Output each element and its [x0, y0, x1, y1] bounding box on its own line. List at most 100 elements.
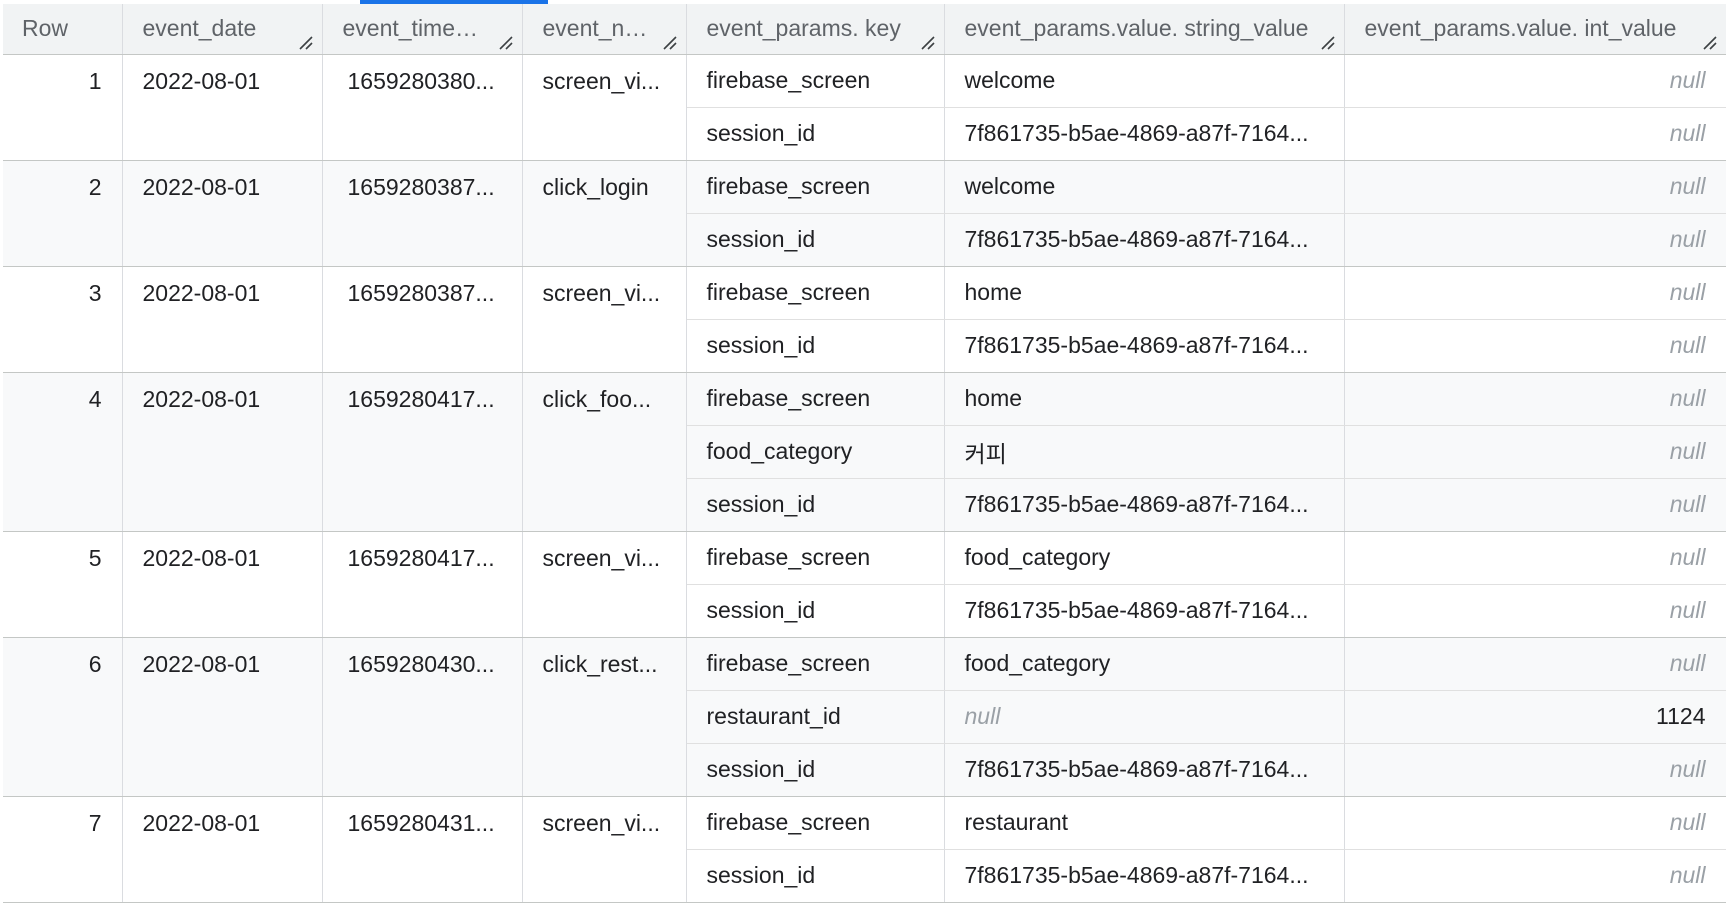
cell-event-name: click_login — [522, 160, 687, 267]
cell-event-date: 2022-08-01 — [122, 531, 323, 638]
cell-string-value: food_category — [944, 637, 1345, 691]
cell-int-value: null — [1344, 743, 1726, 797]
row-number: 4 — [3, 372, 123, 532]
cell-event-name: click_foo... — [522, 372, 687, 532]
cell-param-key: session_id — [686, 107, 945, 161]
cell-event-name: screen_vi... — [522, 796, 687, 903]
query-results-panel: Row event_date event_timest... event_na.… — [0, 0, 1726, 924]
cell-param-key: firebase_screen — [686, 160, 945, 214]
column-resize-icon[interactable] — [497, 34, 513, 50]
cell-param-key: session_id — [686, 743, 945, 797]
table-row[interactable]: 2 2022-08-01 1659280387... click_login fireb… — [3, 160, 1726, 267]
column-header-label: event_params.value. string_value — [964, 15, 1309, 42]
cell-int-value: null — [1344, 531, 1726, 585]
cell-param-key: food_category — [686, 425, 945, 479]
cell-param-key: session_id — [686, 584, 945, 638]
cell-param-key: session_id — [686, 319, 945, 373]
column-resize-icon[interactable] — [1701, 34, 1717, 50]
cell-string-value: 7f861735-b5ae-4869-a87f-7164... — [944, 584, 1345, 638]
row-number: 6 — [3, 637, 123, 797]
cell-int-value: null — [1344, 584, 1726, 638]
cell-event-timestamp: 1659280417... — [322, 531, 523, 638]
cell-event-name: click_rest... — [522, 637, 687, 797]
cell-param-key: firebase_screen — [686, 372, 945, 426]
cell-string-value: 7f861735-b5ae-4869-a87f-7164... — [944, 213, 1345, 267]
cell-event-timestamp: 1659280380... — [322, 54, 523, 161]
cell-int-value: null — [1344, 637, 1726, 691]
cell-string-value: 7f861735-b5ae-4869-a87f-7164... — [944, 743, 1345, 797]
row-number: 3 — [3, 266, 123, 373]
cell-string-value: welcome — [944, 160, 1345, 214]
cell-event-date: 2022-08-01 — [122, 160, 323, 267]
result-row-group: 5 2022-08-01 1659280417... screen_vi... fire… — [3, 531, 1726, 638]
column-header-event-params-key[interactable]: event_params. key — [686, 4, 945, 55]
column-header-int-value[interactable]: event_params.value. int_value — [1344, 4, 1726, 55]
header-row: Row event_date event_timest... event_na.… — [3, 4, 1726, 55]
column-header-label: Row — [22, 15, 69, 42]
cell-event-timestamp: 1659280431... — [322, 796, 523, 903]
column-resize-icon[interactable] — [1319, 34, 1335, 50]
table-row[interactable]: 3 2022-08-01 1659280387... screen_vi... fire… — [3, 266, 1726, 373]
cell-string-value: 7f861735-b5ae-4869-a87f-7164... — [944, 107, 1345, 161]
cell-int-value: null — [1344, 478, 1726, 532]
cell-event-name: screen_vi... — [522, 266, 687, 373]
column-header-row[interactable]: Row — [3, 4, 123, 55]
cell-int-value: null — [1344, 160, 1726, 214]
cell-event-name: screen_vi... — [522, 531, 687, 638]
column-header-event-date[interactable]: event_date — [122, 4, 323, 55]
table-row[interactable]: 5 2022-08-01 1659280417... screen_vi... fire… — [3, 531, 1726, 638]
table-row[interactable]: 7 2022-08-01 1659280431... screen_vi... fire… — [3, 796, 1726, 903]
table-row[interactable]: 1 2022-08-01 1659280380... screen_vi... fire… — [3, 54, 1726, 161]
column-header-event-timestamp[interactable]: event_timest... — [322, 4, 523, 55]
cell-param-key: firebase_screen — [686, 54, 945, 108]
result-row-group: 6 2022-08-01 1659280430... click_rest... fir… — [3, 637, 1726, 797]
column-header-label: event_date — [142, 15, 257, 42]
cell-param-key: firebase_screen — [686, 531, 945, 585]
cell-string-value: restaurant — [944, 796, 1345, 850]
result-row-group: 3 2022-08-01 1659280387... screen_vi... fire… — [3, 266, 1726, 373]
cell-int-value: null — [1344, 213, 1726, 267]
cell-string-value: 7f861735-b5ae-4869-a87f-7164... — [944, 849, 1345, 903]
cell-int-value: null — [1344, 372, 1726, 426]
cell-string-value: home — [944, 372, 1345, 426]
column-resize-icon[interactable] — [297, 34, 313, 50]
result-row-group: 2 2022-08-01 1659280387... click_login fireb… — [3, 160, 1726, 267]
row-number: 5 — [3, 531, 123, 638]
cell-string-value: home — [944, 266, 1345, 320]
cell-int-value: null — [1344, 796, 1726, 850]
cell-int-value: null — [1344, 54, 1726, 108]
column-resize-icon[interactable] — [661, 34, 677, 50]
cell-string-value: 7f861735-b5ae-4869-a87f-7164... — [944, 478, 1345, 532]
table-row[interactable]: 4 2022-08-01 1659280417... click_foo... fire… — [3, 372, 1726, 532]
cell-int-value: null — [1344, 266, 1726, 320]
table-row[interactable]: 6 2022-08-01 1659280430... click_rest... fir… — [3, 637, 1726, 797]
cell-string-value: welcome — [944, 54, 1345, 108]
cell-string-value: null — [944, 690, 1345, 744]
column-header-string-value[interactable]: event_params.value. string_value — [944, 4, 1345, 55]
row-number: 1 — [3, 54, 123, 161]
cell-event-date: 2022-08-01 — [122, 372, 323, 532]
column-header-label: event_timest... — [342, 15, 493, 42]
cell-param-key: session_id — [686, 849, 945, 903]
cell-event-date: 2022-08-01 — [122, 266, 323, 373]
cell-int-value: 1124 — [1344, 690, 1726, 744]
cell-event-timestamp: 1659280387... — [322, 266, 523, 373]
cell-event-date: 2022-08-01 — [122, 637, 323, 797]
cell-int-value: null — [1344, 319, 1726, 373]
cell-string-value: food_category — [944, 531, 1345, 585]
row-number: 2 — [3, 160, 123, 267]
table-header: Row event_date event_timest... event_na.… — [3, 4, 1726, 55]
column-resize-icon[interactable] — [919, 34, 935, 50]
row-number: 7 — [3, 796, 123, 903]
cell-event-date: 2022-08-01 — [122, 796, 323, 903]
cell-event-timestamp: 1659280387... — [322, 160, 523, 267]
cell-param-key: firebase_screen — [686, 796, 945, 850]
cell-event-timestamp: 1659280417... — [322, 372, 523, 532]
column-header-event-name[interactable]: event_na... — [522, 4, 687, 55]
cell-int-value: null — [1344, 849, 1726, 903]
cell-string-value: 커피 — [944, 425, 1345, 479]
cell-param-key: session_id — [686, 213, 945, 267]
cell-event-name: screen_vi... — [522, 54, 687, 161]
cell-param-key: firebase_screen — [686, 266, 945, 320]
cell-event-timestamp: 1659280430... — [322, 637, 523, 797]
